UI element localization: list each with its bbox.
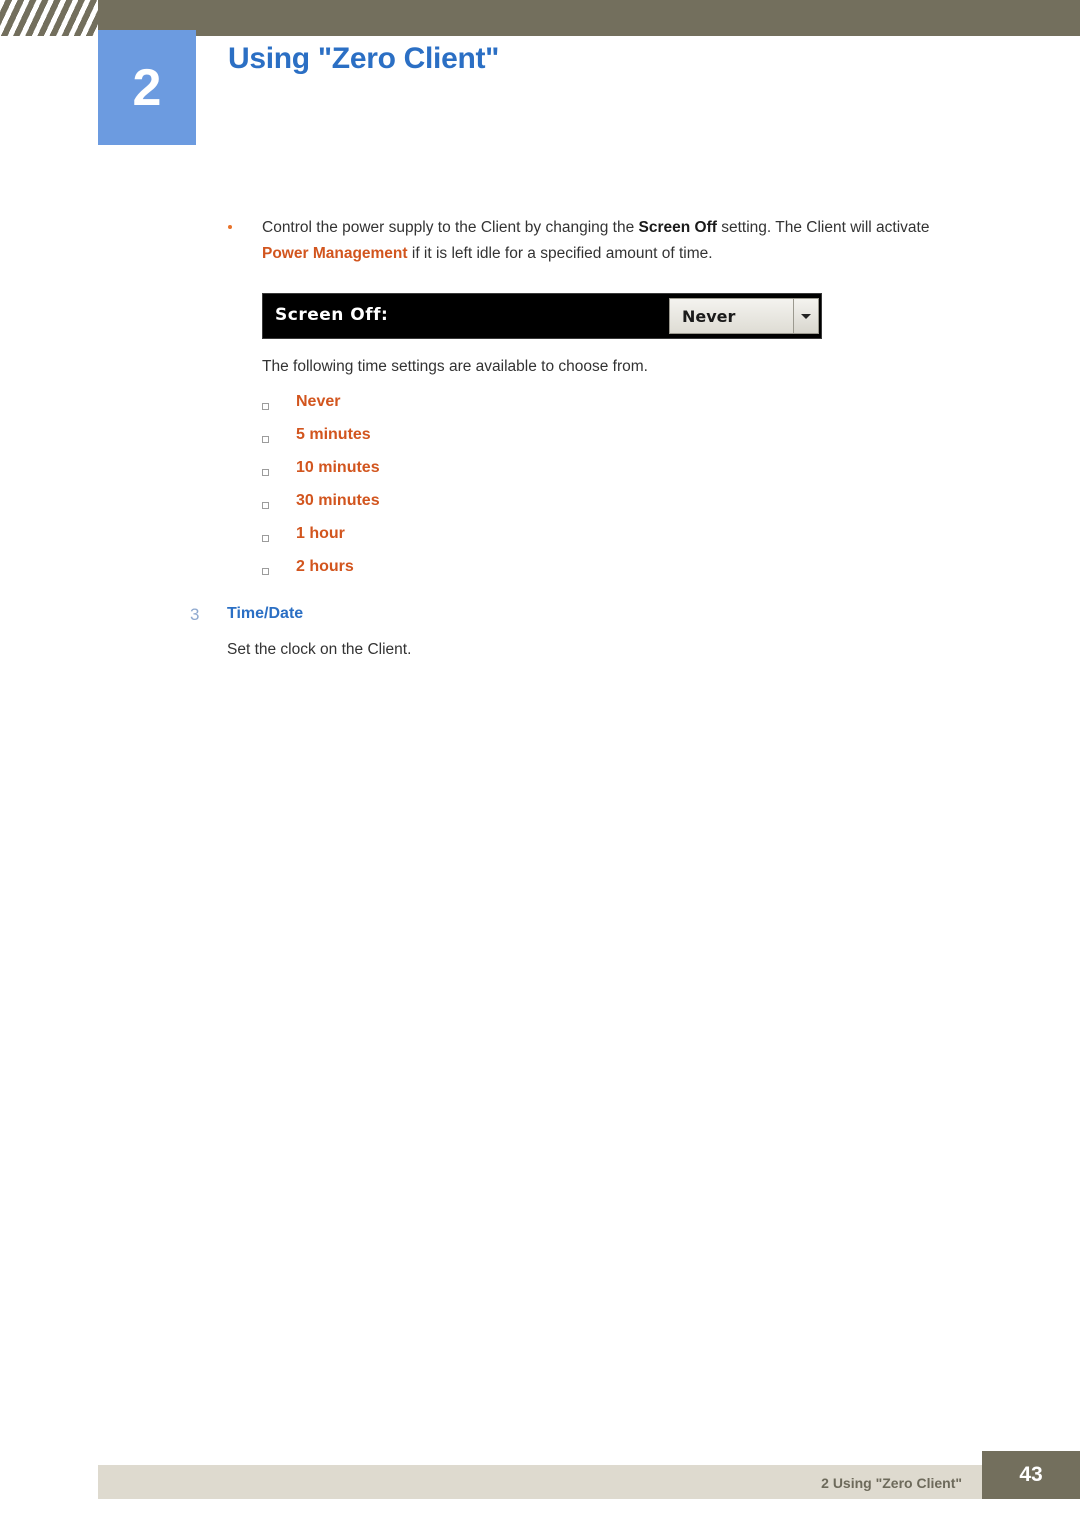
square-bullet-icon xyxy=(262,568,269,575)
osd-screen-off-dropdown[interactable]: Never xyxy=(669,298,819,334)
list-item-label: 30 minutes xyxy=(296,492,380,509)
square-bullet-icon xyxy=(262,535,269,542)
osd-selected-value: Never xyxy=(682,307,736,326)
list-item-label: Never xyxy=(296,393,341,410)
osd-screen-off-label: Screen Off: xyxy=(275,305,389,325)
bullet-text-part3: if it is left idle for a specified amoun… xyxy=(407,245,713,262)
list-item-label: 5 minutes xyxy=(296,426,371,443)
header-hatch-decoration xyxy=(0,0,98,36)
keyword-power-management: Power Management xyxy=(262,245,408,262)
page-title: Using "Zero Client" xyxy=(228,42,500,75)
list-item-label: 10 minutes xyxy=(296,459,380,476)
chapter-number-badge: 2 xyxy=(98,30,196,145)
step-description: Set the clock on the Client. xyxy=(227,641,412,658)
square-bullet-icon xyxy=(262,436,269,443)
bullet-item-screen-off: Control the power supply to the Client b… xyxy=(228,215,973,267)
square-bullet-icon xyxy=(262,403,269,410)
bullet-text-part2: setting. The Client will activate xyxy=(716,219,930,236)
list-item: 5 minutes xyxy=(262,426,1080,459)
list-item: 30 minutes xyxy=(262,492,1080,525)
step-time-date: 3 Time/Date xyxy=(190,603,1080,631)
list-item: 2 hours xyxy=(262,558,1080,591)
keyword-screen-off: Screen Off xyxy=(638,219,717,236)
square-bullet-icon xyxy=(262,502,269,509)
square-bullet-icon xyxy=(262,469,269,476)
bullet-text: Control the power supply to the Client b… xyxy=(262,215,973,267)
chevron-down-glyph xyxy=(801,314,811,319)
chevron-down-icon[interactable] xyxy=(793,299,818,333)
list-item-label: 2 hours xyxy=(296,558,354,575)
list-item: 10 minutes xyxy=(262,459,1080,492)
list-item: 1 hour xyxy=(262,525,1080,558)
content-area: Control the power supply to the Client b… xyxy=(0,215,1080,659)
footer-page-number: 43 xyxy=(982,1451,1080,1499)
list-item: Never xyxy=(262,393,1080,426)
sub-paragraph: The following time settings are availabl… xyxy=(262,358,648,375)
list-item-label: 1 hour xyxy=(296,525,345,542)
time-settings-list: Never 5 minutes 10 minutes 30 minutes 1 … xyxy=(0,393,1080,591)
step-label: Time/Date xyxy=(227,605,304,622)
step-number: 3 xyxy=(190,605,200,624)
bullet-dot-icon xyxy=(228,225,232,229)
bullet-text-part1: Control the power supply to the Client b… xyxy=(262,219,639,236)
footer-breadcrumb: 2 Using "Zero Client" xyxy=(821,1475,962,1491)
osd-screen-off-illustration: Screen Off: Never xyxy=(262,293,822,339)
